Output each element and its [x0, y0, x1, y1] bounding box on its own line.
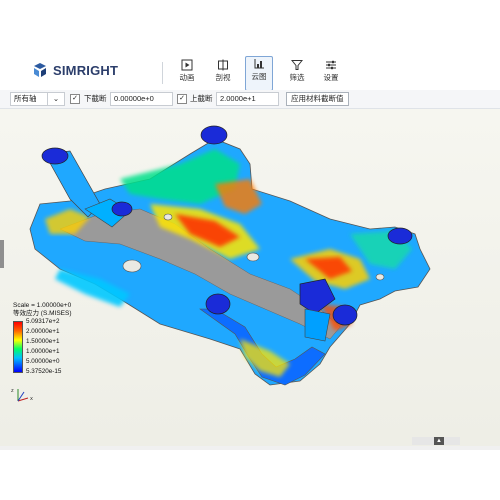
legend-color-bar — [13, 321, 23, 373]
legend-value-0: 5.09317e+2 — [26, 318, 60, 325]
legend-scale: Scale = 1.00000e+0 — [13, 302, 72, 309]
part-select-value: 所有轴 — [14, 94, 37, 103]
legend-value-1: 2.00000e+1 — [26, 328, 60, 335]
axis-triad-icon: z x — [11, 388, 33, 402]
filter-icon — [291, 60, 303, 70]
upper-cut-label: 上截断 — [190, 94, 213, 103]
3d-viewport[interactable] — [0, 109, 500, 446]
settings-label: 设置 — [323, 73, 339, 82]
upper-cut-value: 2.0000e+1 — [220, 94, 256, 103]
apply-material-cutoff-button[interactable]: 应用材料截断值 — [286, 92, 349, 106]
legend-value-3: 1.00000e+1 — [26, 348, 60, 355]
subframe-body — [29, 138, 431, 386]
upper-cut-checkbox[interactable]: ✓ — [177, 94, 187, 104]
axis-triad: z x — [10, 386, 40, 409]
section-view-label: 剖视 — [215, 73, 231, 82]
subframe-contour-model — [29, 125, 431, 386]
contour-plot-icon — [254, 59, 264, 69]
part-select-dropdown[interactable]: ⌄ — [47, 92, 65, 106]
lower-cut-input[interactable]: 0.00000e+0 — [110, 92, 173, 106]
filter-button[interactable]: 筛选 — [284, 58, 310, 88]
chevron-down-icon: ⌄ — [52, 94, 60, 103]
svg-text:z: z — [11, 388, 14, 394]
section-view-button[interactable]: 剖视 — [210, 58, 236, 88]
play-frame-icon — [181, 59, 193, 71]
legend-value-2: 1.50000e+1 — [26, 338, 60, 345]
upper-cut-input[interactable]: 2.0000e+1 — [216, 92, 279, 106]
triangle-up-icon: ▲ — [436, 438, 442, 444]
settings-button[interactable]: 设置 — [318, 58, 344, 88]
filter-label: 筛选 — [289, 73, 305, 82]
legend-value-4: 5.00000e+0 — [26, 358, 60, 365]
section-view-icon — [218, 59, 228, 71]
simright-logo: SIMRIGHT — [32, 62, 118, 78]
status-bar — [0, 446, 500, 450]
contour-toolbar: 所有轴 ⌄ ✓ 下截断 0.00000e+0 ✓ 上截断 2.0000e+1 应… — [0, 90, 500, 109]
legend-value-5: 5.37520e-15 — [26, 368, 62, 375]
lower-cut-checkbox[interactable]: ✓ — [70, 94, 80, 104]
toolbar-divider — [162, 62, 163, 84]
simright-logo-icon — [34, 63, 46, 77]
contour-label: 云图 — [251, 72, 267, 81]
apply-material-cutoff-label: 应用材料截断值 — [291, 94, 344, 103]
app-header: SIMRIGHT 动画 剖视 云图 筛选 设置 — [0, 54, 500, 91]
contour-legend: Scale = 1.00000e+0 等效应力 (S.MISES) — [13, 302, 72, 317]
view-corner-button[interactable]: ▲ — [434, 437, 444, 445]
settings-sliders-icon — [326, 60, 336, 70]
animation-button[interactable]: 动画 — [174, 58, 200, 88]
svg-text:x: x — [30, 396, 33, 402]
brand-name: SIMRIGHT — [53, 62, 119, 78]
animation-label: 动画 — [179, 73, 195, 82]
contour-button[interactable]: 云图 — [245, 56, 273, 91]
legend-title: 等效应力 (S.MISES) — [13, 309, 72, 317]
lower-cut-label: 下截断 — [84, 94, 107, 103]
lower-cut-value: 0.00000e+0 — [114, 94, 154, 103]
side-panel-handle[interactable] — [0, 240, 4, 268]
